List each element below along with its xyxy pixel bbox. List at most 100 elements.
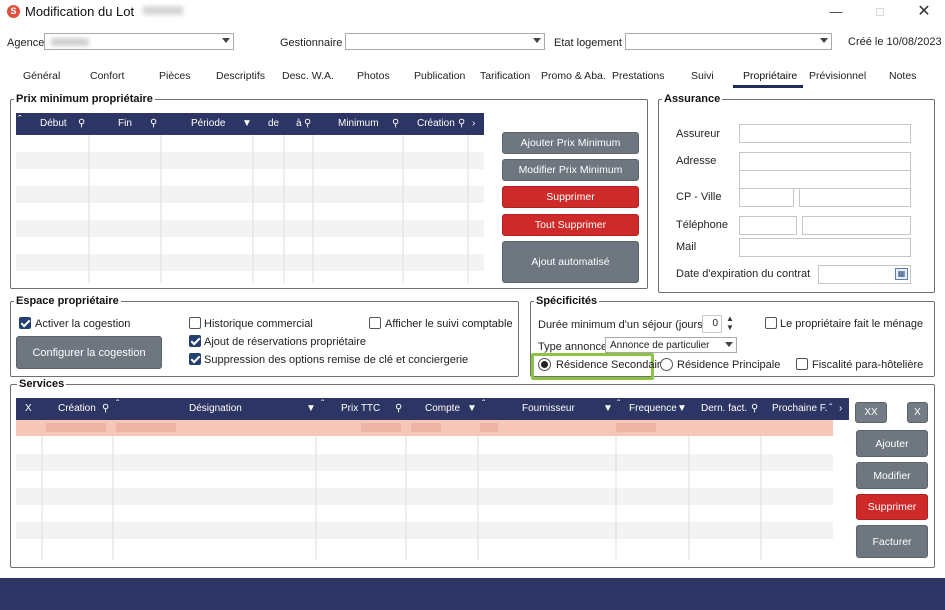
espace-proprietaire-title: Espace propriétaire (14, 295, 121, 307)
col-x[interactable]: X (25, 403, 32, 414)
col-minimum[interactable]: Minimum (338, 118, 379, 129)
ajout-reservations-checkbox[interactable] (189, 335, 201, 347)
adresse-line2-input[interactable] (739, 170, 911, 189)
type-annonce-select[interactable]: Annonce de particulier (605, 337, 737, 353)
etat-logement-select[interactable] (625, 33, 832, 50)
sort-up-icon[interactable]: ˆ (18, 114, 22, 126)
assureur-input[interactable] (739, 124, 911, 143)
telephone-input[interactable] (739, 216, 797, 235)
sort-icon[interactable]: ˆ (321, 399, 324, 410)
search-icon[interactable]: ⚲ (751, 403, 758, 414)
col-a[interactable]: à (296, 118, 302, 129)
calendar-icon[interactable]: ▦ (895, 268, 908, 280)
menage-checkbox[interactable] (765, 317, 777, 329)
sort-icon[interactable]: ˆ (482, 399, 485, 410)
duree-minimum-input[interactable]: 0 (702, 315, 722, 333)
configurer-cogestion-button[interactable]: Configurer la cogestion (16, 336, 162, 369)
tab-proprietaire[interactable]: Propriétaire (743, 70, 797, 82)
search-icon[interactable]: ⚲ (304, 118, 311, 129)
historique-commercial-checkbox[interactable] (189, 317, 201, 329)
afficher-suivi-checkbox[interactable] (369, 317, 381, 329)
telephone2-input[interactable] (802, 216, 911, 235)
col-creation[interactable]: Création (58, 403, 96, 414)
col-prochaine-f[interactable]: Prochaine F. (772, 403, 828, 414)
col-compte[interactable]: Compte (425, 403, 460, 414)
search-icon[interactable]: ⚲ (392, 118, 399, 129)
tab-general[interactable]: Général (23, 70, 60, 82)
col-fournisseur[interactable]: Fournisseur (522, 403, 575, 414)
xx-button[interactable]: XX (855, 402, 887, 423)
chevron-down-icon (533, 38, 541, 43)
edit-service-button[interactable]: Modifier (856, 462, 928, 489)
services-grid-body[interactable] (16, 420, 833, 560)
delete-prix-button[interactable]: Supprimer (502, 186, 639, 208)
chevron-right-icon[interactable]: › (472, 118, 475, 129)
suppression-options-checkbox[interactable] (189, 353, 201, 365)
gestionnaire-select[interactable] (345, 33, 545, 50)
cp-input[interactable] (739, 188, 794, 207)
sort-icon[interactable]: ˆ (829, 403, 832, 414)
tab-descriptifs[interactable]: Descriptifs (216, 70, 265, 82)
filter-icon[interactable]: ▼ (306, 403, 316, 414)
bill-service-button[interactable]: Facturer (856, 525, 928, 558)
sort-icon[interactable]: ˆ (116, 399, 119, 410)
tab-pieces[interactable]: Pièces (159, 70, 191, 82)
mail-input[interactable] (739, 238, 911, 257)
search-icon[interactable]: ⚲ (78, 118, 85, 129)
add-service-button[interactable]: Ajouter (856, 430, 928, 457)
search-icon[interactable]: ⚲ (395, 403, 402, 414)
title-bar (0, 0, 945, 24)
col-creation[interactable]: Création (417, 118, 455, 129)
edit-prix-minimum-button[interactable]: Modifier Prix Minimum (502, 159, 639, 181)
col-periode[interactable]: Période (191, 118, 225, 129)
stepper-arrows-icon[interactable]: ▲ ▼ (726, 314, 734, 332)
close-icon[interactable]: ✕ (914, 3, 934, 21)
prix-grid-lines (16, 135, 484, 283)
sort-icon[interactable]: ˆ (617, 399, 620, 410)
tab-confort[interactable]: Confort (90, 70, 124, 82)
expiration-date-input[interactable]: ▦ (818, 265, 911, 284)
tab-notes[interactable]: Notes (889, 70, 916, 82)
tab-prestations[interactable]: Prestations (612, 70, 665, 82)
filter-icon[interactable]: ▼ (677, 403, 687, 414)
tab-suivi[interactable]: Suivi (691, 70, 714, 82)
tab-desc-wa[interactable]: Desc. W.A. (282, 70, 334, 82)
minimize-icon[interactable]: — (826, 3, 846, 21)
col-debut[interactable]: Début (40, 118, 67, 129)
search-icon[interactable]: ⚲ (102, 403, 109, 414)
ville-input[interactable] (799, 188, 911, 207)
delete-service-button[interactable]: Supprimer (856, 494, 928, 520)
tab-photos[interactable]: Photos (357, 70, 390, 82)
auto-add-button[interactable]: Ajout automatisé (502, 241, 639, 283)
search-icon[interactable]: ⚲ (458, 118, 465, 129)
delete-all-prix-button[interactable]: Tout Supprimer (502, 214, 639, 236)
maximize-icon[interactable]: □ (870, 3, 890, 21)
prix-grid-body[interactable] (16, 135, 484, 283)
col-designation[interactable]: Désignation (189, 403, 242, 414)
search-icon[interactable]: ⚲ (150, 118, 157, 129)
tab-tarification[interactable]: Tarification (480, 70, 530, 82)
activer-cogestion-checkbox[interactable] (19, 317, 31, 329)
col-prix-ttc[interactable]: Prix TTC (341, 403, 380, 414)
mail-label: Mail (676, 241, 697, 253)
col-fin[interactable]: Fin (118, 118, 132, 129)
filter-icon[interactable]: ▼ (467, 403, 477, 414)
x-button[interactable]: X (907, 402, 928, 423)
residence-secondaire-radio[interactable] (538, 358, 551, 371)
filter-icon[interactable]: ▼ (242, 118, 252, 129)
add-prix-minimum-button[interactable]: Ajouter Prix Minimum (502, 132, 639, 154)
col-dern-fact[interactable]: Dern. fact. (701, 403, 747, 414)
residence-principale-radio[interactable] (660, 358, 673, 371)
fiscalite-checkbox[interactable] (796, 358, 808, 370)
tab-promo[interactable]: Promo & Aba. (541, 70, 606, 82)
filter-icon[interactable]: ▼ (603, 403, 613, 414)
col-frequence[interactable]: Frequence (629, 403, 677, 414)
tab-publication[interactable]: Publication (414, 70, 465, 82)
agence-select[interactable] (44, 33, 234, 50)
expiration-label: Date d'expiration du contrat (676, 268, 811, 280)
telephone-label: Téléphone (676, 219, 728, 231)
tab-previsionnel[interactable]: Prévisionnel (809, 70, 866, 82)
chevron-right-icon[interactable]: › (839, 403, 842, 414)
col-de[interactable]: de (268, 118, 279, 129)
adresse-line1-input[interactable] (739, 152, 911, 171)
